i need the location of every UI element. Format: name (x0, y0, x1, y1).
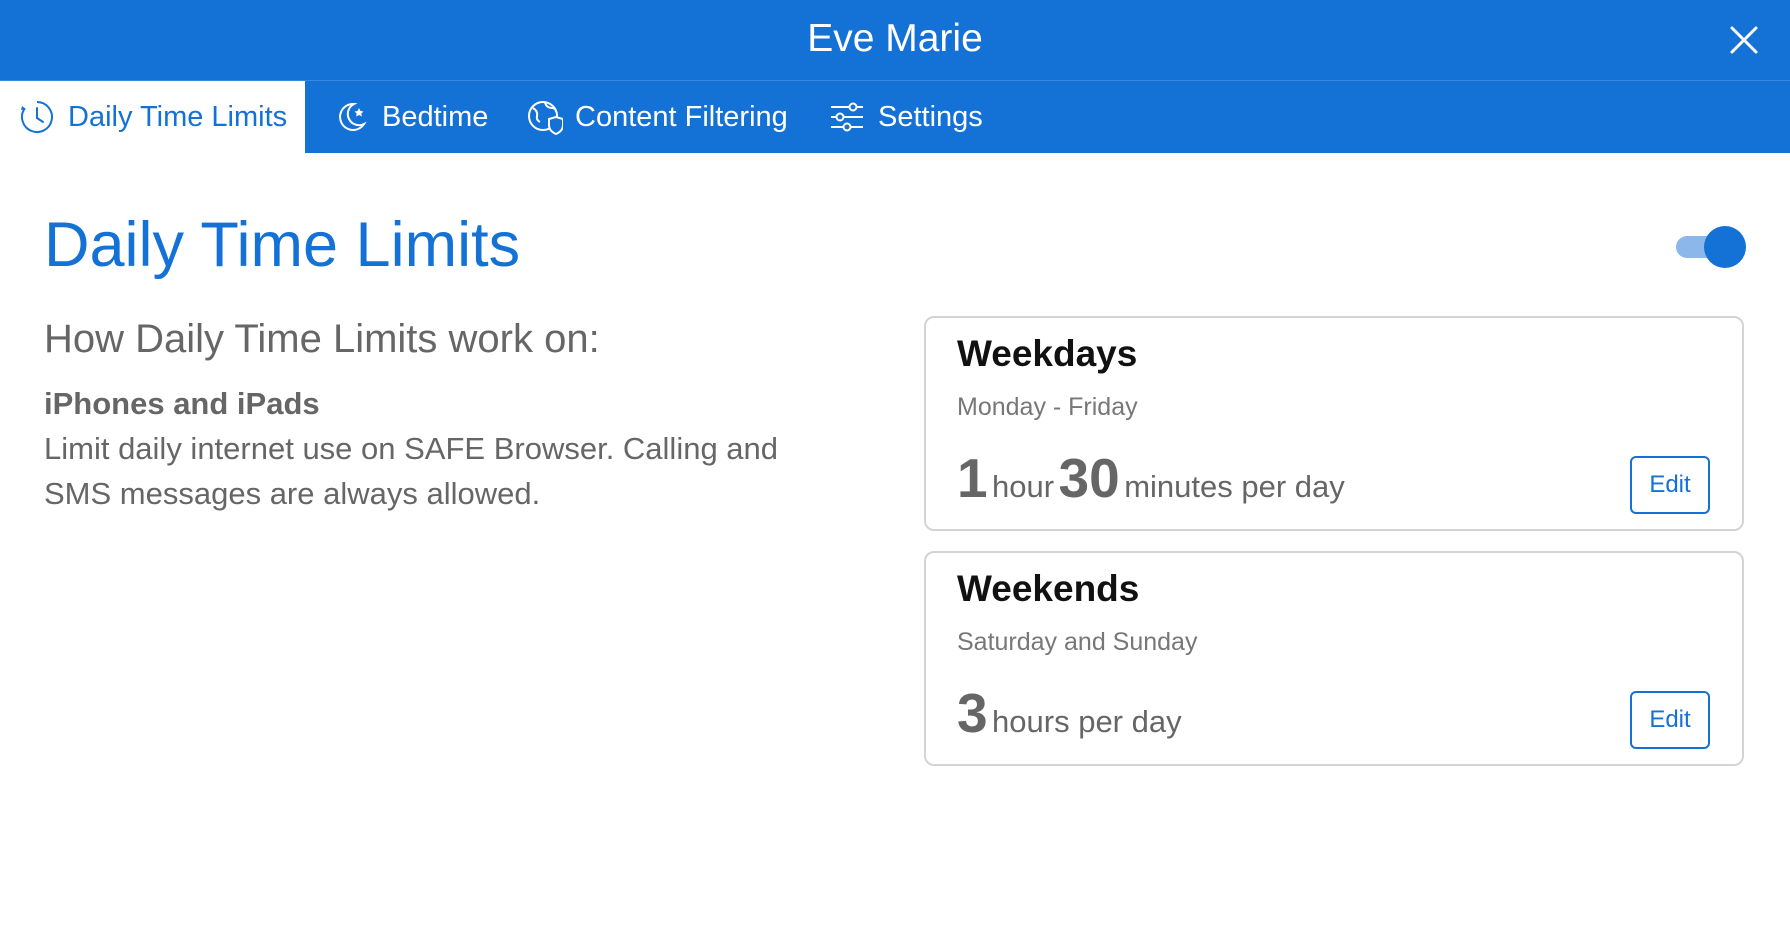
time-limit-value: 1 hour 30 minutes per day (957, 448, 1345, 517)
tab-daily-time-limits[interactable]: Daily Time Limits (0, 81, 305, 153)
toggle-knob (1704, 226, 1746, 268)
sliders-icon (831, 102, 863, 132)
tab-bar: Daily Time Limits Bedtime Content Filter… (0, 80, 1790, 153)
edit-weekends-button[interactable]: Edit (1630, 691, 1710, 749)
edit-weekdays-button[interactable]: Edit (1630, 456, 1710, 514)
hours-number: 3 (957, 682, 988, 744)
moon-star-icon (339, 102, 367, 131)
minutes-number: 30 (1058, 447, 1120, 509)
card-subtitle: Saturday and Sunday (957, 628, 1198, 656)
card-title: Weekends (957, 568, 1140, 609)
minutes-unit: minutes per day (1124, 469, 1345, 504)
hours-unit: hours per day (992, 704, 1182, 739)
hours-number: 1 (957, 447, 988, 509)
tab-settings[interactable]: Settings (828, 81, 983, 153)
clock-icon (21, 101, 53, 133)
card-subtitle: Monday - Friday (957, 393, 1138, 421)
weekends-card: Weekends Saturday and Sunday 3 hours per… (924, 551, 1744, 766)
device-description: Limit daily internet use on SAFE Browser… (44, 431, 779, 511)
tab-bedtime[interactable]: Bedtime (332, 81, 488, 153)
hours-unit: hour (992, 469, 1055, 504)
close-icon[interactable] (1726, 22, 1762, 58)
card-title: Weekdays (957, 333, 1138, 374)
title-bar: Eve Marie (0, 0, 1790, 80)
time-limit-value: 3 hours per day (957, 683, 1182, 752)
window-title: Eve Marie (807, 17, 983, 60)
tab-label: Bedtime (382, 100, 489, 133)
how-heading: How Daily Time Limits work on: (44, 317, 600, 361)
page-title: Daily Time Limits (44, 210, 521, 280)
tab-label: Settings (878, 100, 983, 133)
device-title: iPhones and iPads (44, 386, 320, 421)
tab-label: Content Filtering (575, 100, 788, 133)
tab-label: Daily Time Limits (68, 100, 288, 133)
weekdays-card: Weekdays Monday - Friday 1 hour 30 minut… (924, 316, 1744, 531)
globe-shield-icon (528, 101, 563, 136)
daily-limits-toggle[interactable] (1672, 224, 1746, 270)
tab-content-filtering[interactable]: Content Filtering (525, 81, 788, 153)
